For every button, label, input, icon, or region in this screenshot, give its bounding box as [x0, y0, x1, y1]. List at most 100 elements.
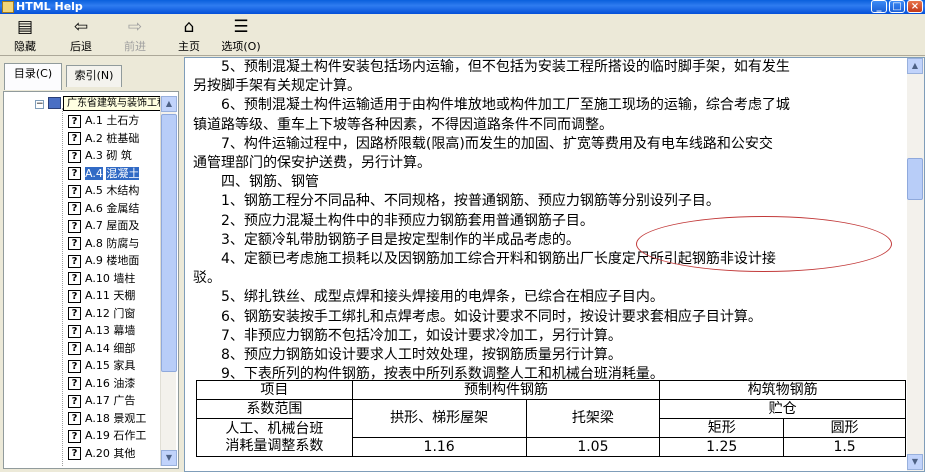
help-topic-icon: ? [68, 394, 81, 408]
table-header: 托架梁 [525, 399, 661, 438]
tree-item-code: A.6 [85, 201, 103, 215]
tree-item[interactable]: ? A.11 天棚 [68, 287, 162, 305]
scroll-down-icon[interactable]: ▼ [907, 454, 923, 470]
tree-item[interactable]: ? A.17 广告 [68, 392, 162, 410]
help-topic-icon: ? [68, 289, 81, 303]
help-topic-icon: ? [68, 307, 81, 320]
tree-item[interactable]: ? A.18 景观工 [68, 410, 162, 428]
tree-item-code: A.20 [85, 446, 110, 460]
text-line: 镇道路等级、重车上下坡等各种因素，不得因道路条件不同而调整。 [193, 116, 613, 133]
tree-item-code: A.17 [85, 394, 110, 407]
tree-item-label: 混凝土 [106, 166, 140, 180]
table-cell: 1.16 [351, 437, 527, 457]
text-line: 另按脚手架有关规定计算。 [193, 78, 361, 95]
help-topic-icon: ? [68, 167, 81, 180]
hide-button[interactable]: ▤ 隐藏 [2, 16, 48, 54]
minimize-button[interactable]: _ [871, 0, 887, 13]
tree-item[interactable]: ? A.4 混凝土 [68, 165, 162, 183]
tree-item-code: A.7 [85, 219, 103, 232]
tree-item-label: 广告 [113, 394, 136, 407]
tree-item[interactable]: ? A.10 墙柱 [68, 270, 162, 288]
tree-item[interactable]: ? A.14 细部 [68, 340, 162, 358]
tree-item[interactable]: ? A.9 楼地面 [68, 252, 162, 270]
back-button[interactable]: ⇦ 后退 [58, 16, 104, 54]
tree-item[interactable]: ? A.1 土石方 [68, 112, 162, 130]
table-cell: 1.05 [525, 437, 661, 457]
text-line: 通管理部门的保安护送费，另行计算。 [193, 155, 431, 172]
tree-item[interactable]: ? A.20 其他 [68, 445, 162, 463]
table-header: 系数范围 [196, 399, 353, 419]
text-line: 7、非预应力钢筋不包括冷加工，如设计要求冷加工，另行计算。 [221, 327, 622, 344]
tree-item[interactable]: ? A.3 砌 筑 [68, 147, 162, 165]
scroll-thumb[interactable] [907, 158, 923, 200]
tree-item-code: A.10 [85, 271, 110, 285]
tree-item[interactable]: ? A.16 油漆 [68, 375, 162, 393]
tree-item-code: A.5 [85, 184, 103, 197]
tree-item-label: 防腐与 [106, 236, 140, 250]
scroll-up-icon[interactable]: ▲ [161, 96, 177, 112]
scroll-down-icon[interactable]: ▼ [161, 450, 177, 466]
text-line: 7、构件运输过程中，因路桥限载(限高)而发生的加固、扩宽等费用及有电车线路和公安… [221, 135, 773, 152]
coefficient-table: 项目 预制构件钢筋 构筑物钢筋 系数范围 拱形、梯形屋架 托架梁 贮仓 人工、机… [196, 380, 906, 457]
tree-item-code: A.2 [85, 131, 103, 145]
table-cell: 1.5 [783, 437, 906, 457]
annotation-ellipse [636, 216, 892, 272]
table-cell: 1.25 [659, 437, 785, 457]
help-topic-icon: ? [68, 272, 81, 285]
tree-item-label: 家具 [113, 359, 136, 372]
title-bar[interactable]: HTML Help _ □ × [0, 0, 925, 14]
tree-item-label: 楼地面 [106, 254, 140, 267]
window-title: HTML Help [16, 0, 83, 13]
text-line: 5、预制混凝土构件安装包括场内运输，但不包括为安装工程所搭设的临时脚手架，如有发… [221, 59, 790, 75]
text-line: 6、钢筋安装按手工绑扎和点焊考虑。如设计要求不同时，按设计要求套相应子目计算。 [221, 308, 762, 325]
maximize-button[interactable]: □ [889, 0, 905, 13]
tree-scrollbar[interactable]: ▲ ▼ [160, 96, 177, 466]
tree-item-code: A.4 [85, 166, 103, 180]
options-button[interactable]: ☰ 选项(O) [218, 16, 264, 54]
tree-item-label: 土石方 [106, 114, 140, 127]
topic-scrollbar[interactable]: ▲ ▼ [907, 58, 924, 471]
tree-item-label: 桩基础 [106, 131, 140, 145]
help-topic-icon: ? [68, 412, 81, 425]
scroll-thumb[interactable] [161, 114, 177, 372]
help-topic-icon: ? [68, 184, 81, 198]
tree-item[interactable]: ? A.15 家具 [68, 357, 162, 375]
tree-item[interactable]: ? A.6 金属结 [68, 200, 162, 218]
help-topic-icon: ? [68, 237, 81, 250]
tab-index[interactable]: 索引(N) [66, 65, 122, 87]
tree-item[interactable]: ? A.2 桩基础 [68, 130, 162, 148]
tree-item-code: A.14 [85, 341, 110, 355]
tree-item-code: A.19 [85, 429, 110, 442]
table-cell: 人工、机械台班 消耗量调整系数 [196, 418, 353, 457]
help-topic-icon: ? [68, 359, 81, 373]
tree-item[interactable]: ? A.13 幕墙 [68, 322, 162, 340]
tree-item[interactable]: ? A.5 木结构 [68, 182, 162, 200]
tree-item-code: A.15 [85, 359, 110, 372]
help-topic-icon: ? [68, 324, 81, 338]
toolbar: ▤ 隐藏 ⇦ 后退 ⇨ 前进 ⌂ 主页 ☰ 选项(O) [0, 14, 925, 56]
tree-item-label: 墙柱 [113, 271, 136, 285]
table-header: 贮仓 [659, 399, 906, 419]
help-topic-icon: ? [68, 447, 81, 460]
table-header: 圆形 [783, 418, 906, 438]
tree-item[interactable]: ? A.7 屋面及 [68, 217, 162, 235]
tree-root[interactable]: 广东省建筑与装饰工程综合定额(2010) [48, 96, 162, 112]
collapse-icon[interactable]: − [35, 100, 44, 109]
tree-item[interactable]: ? A.12 门窗 [68, 305, 162, 323]
help-topic-icon: ? [68, 219, 81, 233]
scroll-up-icon[interactable]: ▲ [907, 58, 923, 74]
tree-item[interactable]: ? A.8 防腐与 [68, 235, 162, 253]
forward-button[interactable]: ⇨ 前进 [112, 16, 158, 54]
tree-item-code: A.16 [85, 376, 110, 390]
options-icon: ☰ [233, 17, 249, 37]
text-line: 6、预制混凝土构件运输适用于由构件堆放地或构件加工厂至施工现场的运输，综合考虑了… [221, 97, 790, 114]
close-button[interactable]: × [907, 0, 923, 13]
tree-item[interactable]: ? A.19 石作工 [68, 427, 162, 445]
tree-item-label: 天棚 [113, 289, 136, 302]
hide-panel-icon: ▤ [16, 17, 34, 37]
tree-item-label: 石作工 [113, 429, 147, 442]
tab-contents[interactable]: 目录(C) [4, 63, 62, 90]
contents-tree[interactable]: − 广东省建筑与装饰工程综合定额(2010) ? A.1 土石方? A.2 桩基础?… [8, 96, 162, 466]
tree-item-code: A.8 [85, 236, 103, 250]
home-button[interactable]: ⌂ 主页 [166, 16, 212, 54]
